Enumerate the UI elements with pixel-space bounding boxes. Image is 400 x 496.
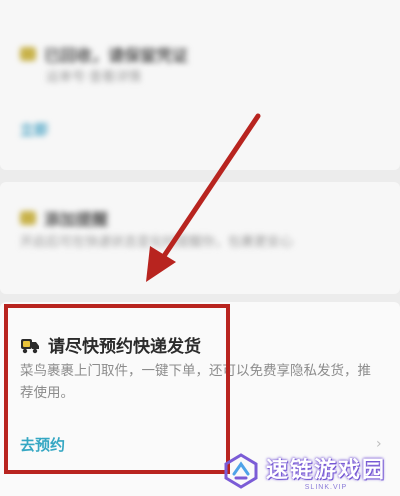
watermark-logo-icon [224,453,258,489]
watermark: 速链游戏园 SLINK.VIP [222,448,398,494]
badge-icon [20,47,36,61]
card-description: 菜鸟裹裹上门取件，一键下单，还可以免费享隐私发货，推荐使用。 [20,363,371,400]
watermark-subtext: SLINK.VIP [304,483,348,491]
book-pickup-link[interactable]: 去预约 [20,434,65,455]
truck-icon [21,338,39,353]
blurred-top-subtitle: 运单号·查看详情 [46,70,142,85]
blurred-mid-title: 添加提醒 [44,210,109,229]
blurred-top-title-row: 已回收，请保留凭证 [20,42,188,66]
card-title-row: 请尽快预约快递发货 [20,332,201,357]
watermark-text-wrap: 速链游戏园 SLINK.VIP [266,452,386,491]
screen: 已回收，请保留凭证 运单号·查看详情 立即 添加提醒 开启后可在快递状态变化时提… [0,0,400,496]
blurred-card-top: 已回收，请保留凭证 运单号·查看详情 立即 [0,0,400,170]
badge-icon [20,211,36,225]
blurred-top-link[interactable]: 立即 [20,120,48,140]
blurred-card-mid: 添加提醒 开启后可在快递状态变化时提醒你，包裹更安心 [0,182,400,294]
watermark-text: 速链游戏园 [266,456,387,482]
blurred-mid-title-row: 添加提醒 [20,206,108,230]
blurred-top-title: 已回收，请保留凭证 [44,46,189,65]
card-title: 请尽快预约快递发货 [48,337,201,356]
blurred-mid-subtitle: 开启后可在快递状态变化时提醒你，包裹更安心 [20,235,294,250]
